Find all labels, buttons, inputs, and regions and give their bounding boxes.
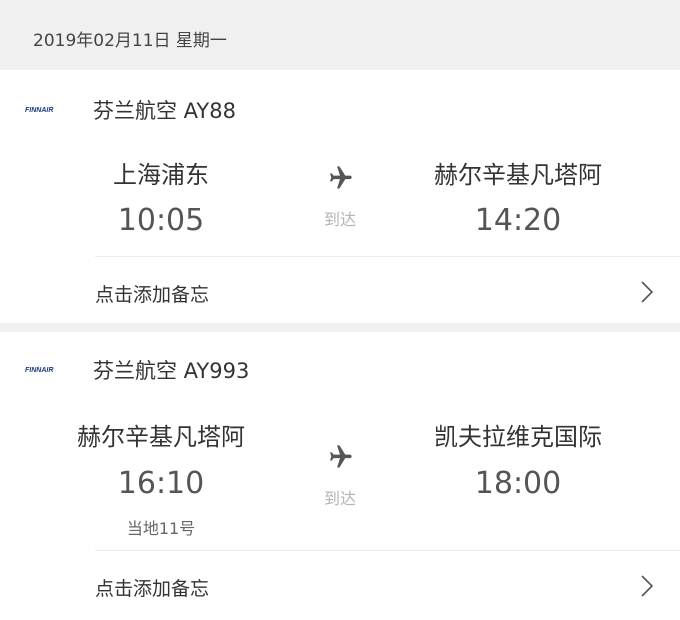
arrive-status: 到达 — [323, 489, 356, 508]
departure-local-date: 当地11号 — [126, 519, 196, 538]
date-label: 2019年02月11日 星期一 — [33, 31, 227, 51]
arrival-city: 凯夫拉维克国际 — [434, 423, 602, 451]
arrival-time: 14:20 — [474, 203, 562, 238]
airplane-icon — [330, 166, 352, 189]
divider — [95, 256, 680, 257]
svg-text:FINNAIR: FINNAIR — [25, 367, 53, 374]
finnair-logo-icon: FINNAIR — [25, 367, 53, 374]
departure-city: 赫尔辛基凡塔阿 — [77, 423, 245, 451]
chevron-right-icon — [641, 281, 654, 303]
chevron-right-icon — [641, 575, 654, 597]
airplane-icon — [330, 445, 352, 468]
departure-city: 上海浦东 — [113, 161, 209, 189]
add-memo-row[interactable]: 点击添加备忘 — [0, 260, 680, 322]
flight-card[interactable]: FINNAIR 芬兰航空 AY993 赫尔辛基凡塔阿 16:10 当地11号 到… — [0, 332, 680, 620]
add-memo-label: 点击添加备忘 — [95, 284, 210, 306]
add-memo-row[interactable]: 点击添加备忘 — [0, 554, 680, 616]
arrival-city: 赫尔辛基凡塔阿 — [434, 161, 602, 189]
departure-time: 10:05 — [117, 203, 205, 238]
flight-card[interactable]: FINNAIR 芬兰航空 AY88 上海浦东 10:05 到达 赫尔辛基凡塔阿 … — [0, 70, 680, 323]
arrive-status: 到达 — [323, 210, 356, 229]
airline-flight-number: 芬兰航空 AY88 — [93, 99, 236, 123]
add-memo-label: 点击添加备忘 — [95, 578, 210, 600]
svg-text:FINNAIR: FINNAIR — [25, 107, 53, 114]
date-header: 2019年02月11日 星期一 — [0, 0, 680, 70]
airline-flight-number: 芬兰航空 AY993 — [93, 359, 250, 383]
finnair-logo-icon: FINNAIR — [25, 107, 53, 114]
divider — [95, 550, 680, 551]
departure-time: 16:10 — [117, 466, 205, 501]
arrival-time: 18:00 — [474, 466, 562, 501]
